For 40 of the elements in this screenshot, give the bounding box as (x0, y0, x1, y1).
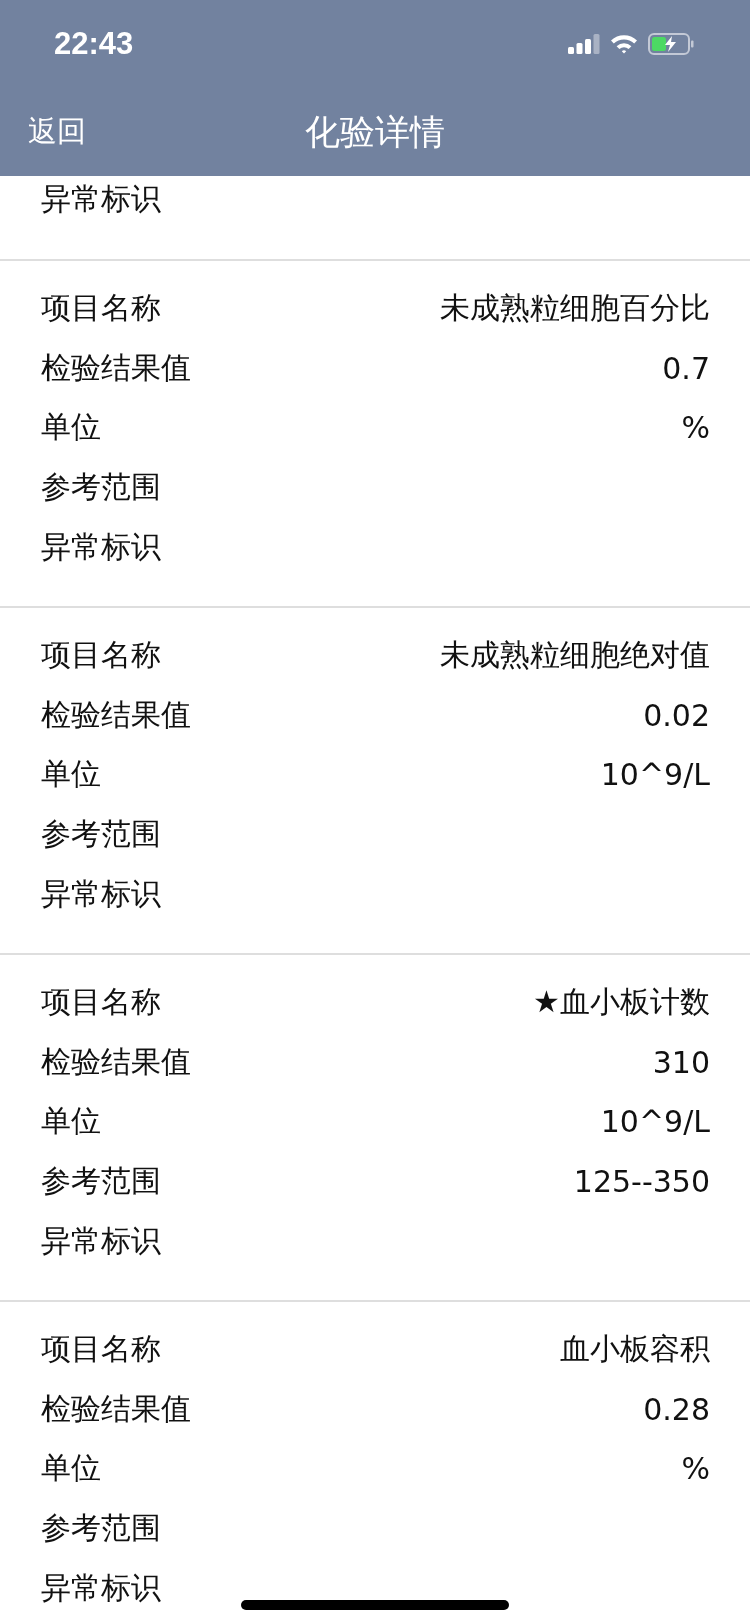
field-label: 单位 (41, 408, 101, 447)
field-label: 异常标识 (41, 1568, 161, 1607)
field-value: ★血小板计数 (533, 983, 710, 1022)
signal-icon (568, 34, 600, 54)
field-label: 检验结果值 (41, 1042, 191, 1081)
field-label: 参考范围 (41, 468, 161, 507)
field-label: 参考范围 (41, 815, 161, 854)
field-label: 异常标识 (41, 874, 161, 913)
field-label: 检验结果值 (41, 695, 191, 734)
field-value: 未成熟粒细胞百分比 (440, 289, 710, 328)
field-label: 检验结果值 (41, 1389, 191, 1428)
field-label: 项目名称 (41, 983, 161, 1022)
field-value: 0.7 (662, 350, 710, 386)
field-label: 单位 (41, 1102, 101, 1141)
field-label: 项目名称 (41, 289, 161, 328)
field-label: 参考范围 (41, 1509, 161, 1547)
field-label: 参考范围 (41, 1162, 161, 1200)
field-value: 血小板容积 (560, 1330, 710, 1369)
field-label: 检验结果值 (41, 348, 191, 387)
field-label: 单位 (41, 755, 101, 794)
field-label: 异常标识 (41, 179, 161, 218)
field-value: 0.02 (643, 697, 710, 733)
back-button[interactable]: 返回 (28, 112, 86, 152)
field-value: 未成熟粒细胞绝对值 (440, 636, 710, 675)
status-time: 22:43 (54, 26, 134, 62)
field-value: 0.28 (643, 1391, 710, 1427)
field-value: 10^9/L (600, 1104, 710, 1140)
field-label: 异常标识 (41, 527, 161, 566)
battery-charging-icon (648, 33, 694, 55)
field-value: % (681, 410, 710, 446)
field-label: 项目名称 (41, 636, 161, 675)
field-label: 项目名称 (41, 1330, 161, 1369)
field-value: % (681, 1451, 710, 1487)
field-value: 10^9/L (600, 757, 710, 793)
field-value: 310 (652, 1044, 710, 1080)
field-label: 异常标识 (41, 1221, 161, 1260)
field-value: 125--350 (573, 1164, 710, 1199)
field-label: 单位 (41, 1449, 101, 1488)
page-title: 化验详情 (305, 110, 445, 154)
wifi-icon (610, 34, 638, 54)
